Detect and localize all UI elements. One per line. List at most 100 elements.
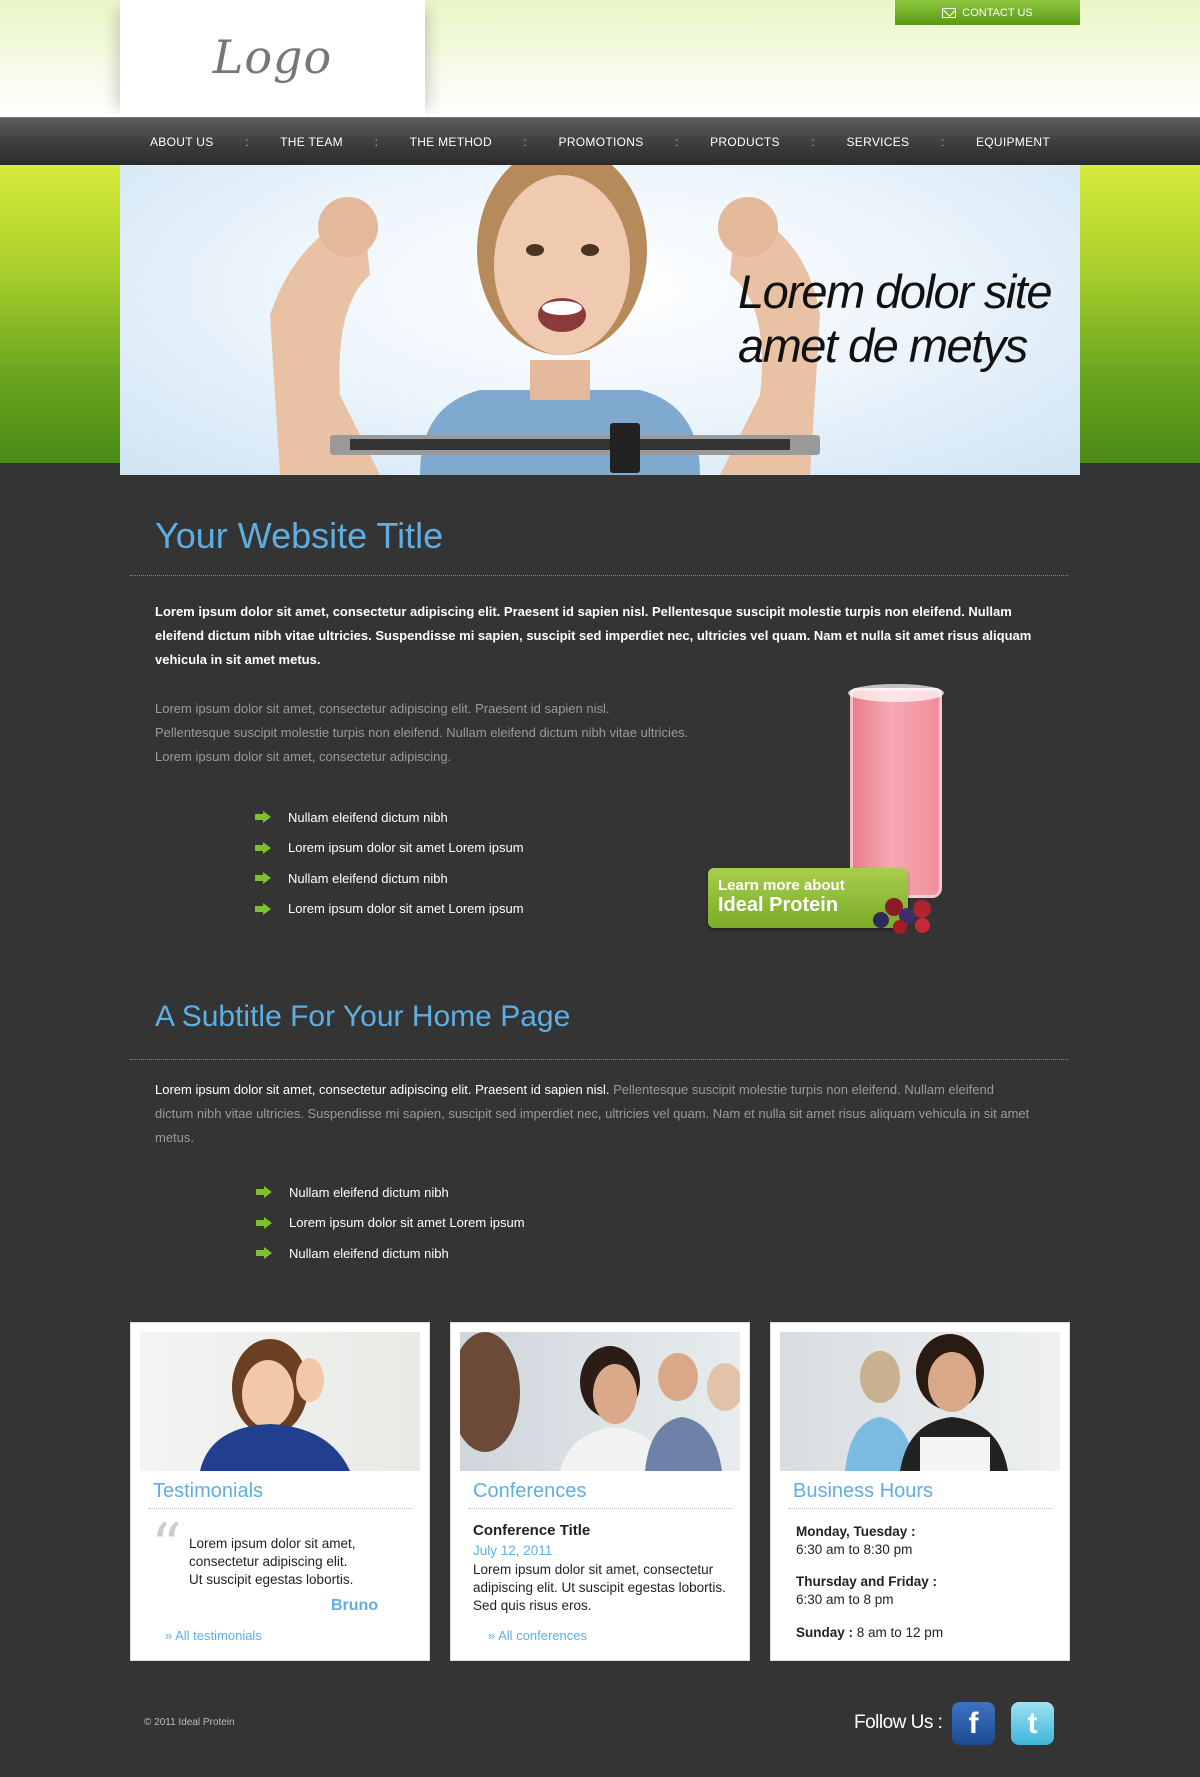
twitter-icon[interactable]: t — [1011, 1702, 1054, 1745]
card-divider — [149, 1508, 413, 1509]
subtitle-paragraph-highlight: Lorem ipsum dolor sit amet, consectetur … — [155, 1082, 610, 1097]
nav-separator: : — [523, 135, 527, 149]
list-item: Nullam eleifend dictum nibh — [255, 863, 524, 894]
testimonial-author: Bruno — [331, 1597, 379, 1614]
conferences-card: Conferences Conference Title July 12, 20… — [450, 1322, 750, 1661]
testimonial-photo — [140, 1332, 420, 1471]
arrow-right-icon — [255, 841, 271, 854]
nav-item-the-method[interactable]: THE METHOD — [410, 135, 492, 149]
header: Logo CONTACT US — [0, 0, 1200, 117]
all-conferences-link[interactable]: » All conferences — [488, 1628, 587, 1643]
arrow-right-icon — [255, 902, 271, 915]
secondary-list: Nullam eleifend dictum nibh Lorem ipsum … — [256, 1177, 525, 1269]
conference-title: Conference Title — [473, 1522, 591, 1539]
hours-label: Sunday : — [796, 1625, 854, 1640]
list-item: Nullam eleifend dictum nibh — [256, 1238, 525, 1269]
hero-headline-line1: Lorem dolor site — [738, 265, 1053, 318]
card-divider — [789, 1508, 1053, 1509]
conference-text-line: Lorem ipsum dolor sit amet, consectetur — [473, 1562, 714, 1577]
business-hours-photo — [780, 1332, 1060, 1471]
conference-text-line: Sed quis risus eros. — [473, 1598, 592, 1613]
nav-separator: : — [374, 135, 378, 149]
main-nav: ABOUT US : THE TEAM : THE METHOD : PROMO… — [0, 117, 1200, 165]
nav-separator: : — [940, 135, 945, 149]
list-item-text: Lorem ipsum dolor sit amet Lorem ipsum — [288, 901, 524, 917]
arrow-right-icon — [255, 811, 271, 824]
arrow-right-icon — [255, 872, 271, 885]
intro-gray-line: Pellentesque suscipit molestie turpis no… — [155, 725, 689, 740]
hours-time: 6:30 am to 8:30 pm — [796, 1542, 913, 1557]
arrow-right-icon — [256, 1247, 272, 1260]
hours-time: 8 am to 12 pm — [853, 1625, 944, 1640]
quote-line: Ut suscipit egestas lobortis. — [189, 1572, 354, 1587]
intro-gray-line: Lorem ipsum dolor sit amet, consectetur … — [155, 749, 452, 764]
page-subtitle: A Subtitle For Your Home Page — [155, 1000, 571, 1033]
contact-us-label: CONTACT US — [962, 6, 1033, 19]
nav-separator: : — [811, 135, 815, 149]
hours-label: Monday, Tuesday : — [796, 1524, 916, 1539]
arrow-right-icon — [256, 1186, 272, 1199]
hero-headline: Lorem dolor site amet de metys — [738, 265, 1058, 373]
list-item-text: Nullam eleifend dictum nibh — [288, 809, 448, 825]
hero-banner: Lorem dolor site amet de metys — [120, 165, 1080, 475]
list-item: Lorem ipsum dolor sit amet Lorem ipsum — [256, 1208, 525, 1239]
conference-date: July 12, 2011 — [473, 1543, 553, 1558]
subtitle-divider — [130, 1059, 1068, 1060]
nav-item-services[interactable]: SERVICES — [846, 135, 909, 149]
nav-item-promotions[interactable]: PROMOTIONS — [559, 135, 644, 149]
testimonial-quote: Lorem ipsum dolor sit amet, consectetur … — [189, 1535, 356, 1589]
conferences-title: Conferences — [473, 1480, 587, 1502]
envelope-icon — [942, 7, 957, 18]
card-divider — [469, 1508, 733, 1509]
berries-illustration — [865, 888, 945, 938]
subtitle-paragraph: Lorem ipsum dolor sit amet, consectetur … — [155, 1078, 1035, 1150]
list-item-text: Lorem ipsum dolor sit amet Lorem ipsum — [289, 1215, 525, 1231]
ideal-protein-promo[interactable]: Learn more about Ideal Protein — [705, 684, 950, 943]
list-item: Nullam eleifend dictum nibh — [256, 1177, 525, 1208]
arrow-right-icon — [256, 1216, 272, 1229]
intro-gray-paragraph: Lorem ipsum dolor sit amet, consectetur … — [155, 697, 755, 769]
hours-label: Thursday and Friday : — [796, 1574, 938, 1589]
business-hours-card: Business Hours Monday, Tuesday : 6:30 am… — [770, 1322, 1070, 1661]
copyright: © 2011 Ideal Protein — [144, 1717, 235, 1728]
business-hours-title: Business Hours — [793, 1480, 934, 1502]
conference-text: Lorem ipsum dolor sit amet, consectetur … — [473, 1561, 726, 1615]
list-item-text: Nullam eleifend dictum nibh — [289, 1245, 449, 1261]
nav-item-about-us[interactable]: ABOUT US — [150, 135, 214, 149]
protein-drink-glass — [848, 684, 944, 898]
nav-item-equipment[interactable]: EQUIPMENT — [976, 135, 1050, 149]
hero-headline-line2: amet de metys — [738, 319, 1028, 372]
facebook-icon[interactable]: f — [952, 1702, 995, 1745]
intro-bold-paragraph: Lorem ipsum dolor sit amet, consectetur … — [155, 604, 1032, 667]
contact-us-button[interactable]: CONTACT US — [895, 0, 1080, 25]
list-item: Nullam eleifend dictum nibh — [255, 802, 524, 833]
list-item-text: Nullam eleifend dictum nibh — [289, 1184, 449, 1200]
nav-item-products[interactable]: PRODUCTS — [710, 135, 780, 149]
follow-us-label: Follow Us : — [854, 1712, 943, 1733]
title-divider — [130, 575, 1068, 576]
logo-box[interactable]: Logo — [120, 0, 425, 117]
quote-line: consectetur adipiscing elit. — [189, 1554, 348, 1569]
quote-line: Lorem ipsum dolor sit amet, — [189, 1536, 356, 1551]
hours-time: 6:30 am to 8 pm — [796, 1592, 894, 1607]
conference-photo — [460, 1332, 740, 1471]
feature-list: Nullam eleifend dictum nibh Lorem ipsum … — [255, 802, 524, 924]
testimonials-title: Testimonials — [153, 1480, 264, 1502]
list-item-text: Lorem ipsum dolor sit amet Lorem ipsum — [288, 840, 524, 856]
all-testimonials-link[interactable]: » All testimonials — [165, 1628, 262, 1643]
nav-list: ABOUT US : THE TEAM : THE METHOD : PROMO… — [120, 118, 1080, 166]
page-title: Your Website Title — [155, 515, 444, 556]
nav-separator: : — [675, 135, 679, 149]
intro-gray-line: Lorem ipsum dolor sit amet, consectetur … — [155, 701, 610, 716]
logo[interactable]: Logo — [120, 30, 425, 84]
nav-separator: : — [245, 135, 249, 149]
conference-text-line: adipiscing elit. Ut suscipit egestas lob… — [473, 1580, 726, 1595]
nav-item-the-team[interactable]: THE TEAM — [280, 135, 343, 149]
list-item: Lorem ipsum dolor sit amet Lorem ipsum — [255, 894, 524, 925]
list-item: Lorem ipsum dolor sit amet Lorem ipsum — [255, 833, 524, 864]
hours-thursday-friday: Thursday and Friday : 6:30 am to 8 pm — [796, 1573, 937, 1609]
quote-icon: “ — [151, 1511, 182, 1581]
list-item-text: Nullam eleifend dictum nibh — [288, 870, 448, 886]
testimonials-card: Testimonials “ Lorem ipsum dolor sit ame… — [130, 1322, 430, 1661]
hours-sunday: Sunday : 8 am to 12 pm — [796, 1624, 943, 1642]
